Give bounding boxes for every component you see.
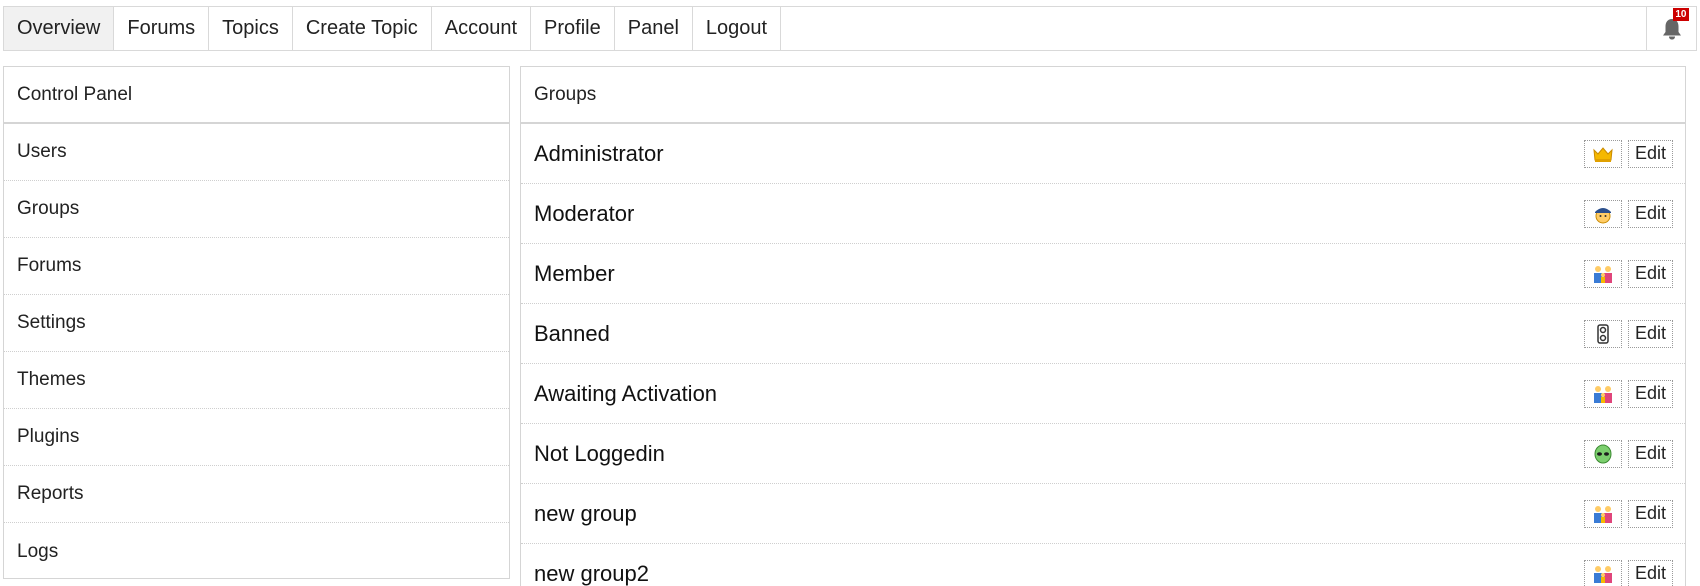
group-row: Member Edit [521, 244, 1685, 304]
alert-count-badge: 10 [1673, 7, 1689, 21]
nav-panel[interactable]: Panel [615, 7, 693, 50]
police-officer-icon [1594, 207, 1611, 223]
menu-item-users[interactable]: Users [4, 124, 509, 181]
group-name[interactable]: Moderator [534, 201, 1584, 227]
control-panel-title: Control Panel [4, 67, 509, 124]
group-tag [1583, 499, 1622, 528]
group-row: Not Loggedin Edit [521, 424, 1685, 484]
edit-button[interactable]: Edit [1627, 499, 1673, 528]
group-tag [1583, 439, 1622, 468]
crown-icon [1593, 146, 1613, 162]
groups-panel: Groups Administrator Edit Moderator Edit… [520, 66, 1686, 586]
group-tag [1583, 139, 1622, 168]
bell-icon: 10 [1661, 7, 1689, 41]
edit-button[interactable]: Edit [1627, 559, 1673, 586]
group-row: new group2 Edit [521, 544, 1685, 586]
menu-item-reports[interactable]: Reports [4, 466, 509, 523]
group-name[interactable]: Administrator [534, 141, 1584, 167]
group-name[interactable]: new group2 [534, 561, 1584, 586]
group-name[interactable]: Awaiting Activation [534, 381, 1584, 407]
group-row: Banned Edit [521, 304, 1685, 364]
nav-forums[interactable]: Forums [114, 7, 210, 50]
edit-button[interactable]: Edit [1627, 379, 1673, 408]
menu-item-forums[interactable]: Forums [4, 238, 509, 295]
alerts-button[interactable]: 10 [1646, 7, 1696, 50]
shackles-icon [1597, 323, 1609, 344]
group-row: new group Edit [521, 484, 1685, 544]
group-name[interactable]: Member [534, 261, 1584, 287]
menu-item-groups[interactable]: Groups [4, 181, 509, 238]
menu-item-themes[interactable]: Themes [4, 352, 509, 409]
group-row: Moderator Edit [521, 184, 1685, 244]
family-icon [1593, 565, 1612, 583]
group-tag [1583, 199, 1622, 228]
edit-button[interactable]: Edit [1627, 199, 1673, 228]
edit-button[interactable]: Edit [1627, 259, 1673, 288]
edit-button[interactable]: Edit [1627, 319, 1673, 348]
menu-item-logs[interactable]: Logs [4, 523, 509, 580]
alien-icon [1594, 444, 1612, 463]
nav-account[interactable]: Account [432, 7, 532, 50]
group-row: Administrator Edit [521, 124, 1685, 184]
nav-overview[interactable]: Overview [4, 7, 115, 50]
group-tag [1583, 559, 1622, 586]
family-icon [1593, 265, 1612, 283]
nav-create-topic[interactable]: Create Topic [293, 7, 432, 50]
group-tag [1583, 319, 1622, 348]
control-panel: Control Panel Users Groups Forums Settin… [3, 66, 510, 579]
groups-panel-title: Groups [521, 67, 1685, 124]
nav-profile[interactable]: Profile [531, 7, 615, 50]
edit-button[interactable]: Edit [1627, 139, 1673, 168]
group-tag [1583, 379, 1622, 408]
family-icon [1593, 505, 1612, 523]
menu-item-settings[interactable]: Settings [4, 295, 509, 352]
group-name[interactable]: Banned [534, 321, 1584, 347]
menu-item-plugins[interactable]: Plugins [4, 409, 509, 466]
family-icon [1593, 385, 1612, 403]
nav-topics[interactable]: Topics [209, 7, 293, 50]
top-nav-bar: Overview Forums Topics Create Topic Acco… [3, 6, 1697, 51]
nav-logout[interactable]: Logout [693, 7, 782, 50]
edit-button[interactable]: Edit [1627, 439, 1673, 468]
group-name[interactable]: new group [534, 501, 1584, 527]
group-tag [1583, 259, 1622, 288]
group-name[interactable]: Not Loggedin [534, 441, 1584, 467]
group-row: Awaiting Activation Edit [521, 364, 1685, 424]
